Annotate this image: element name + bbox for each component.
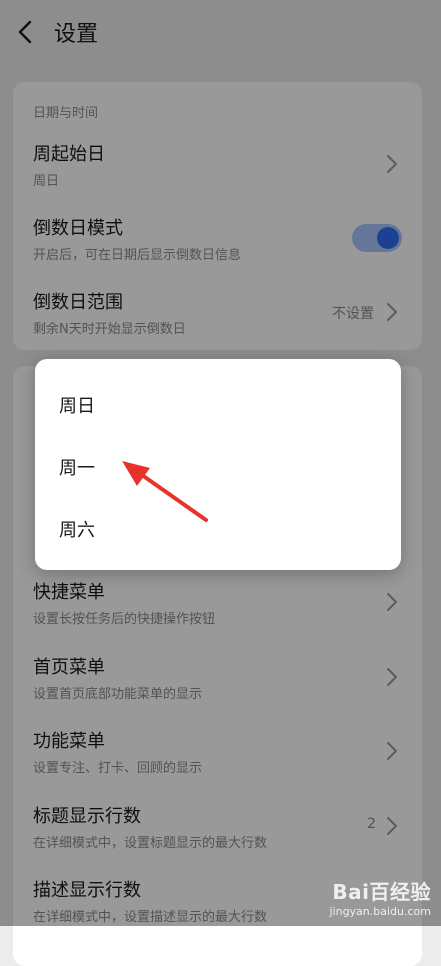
option-monday[interactable]: 周一 xyxy=(59,454,95,480)
option-saturday[interactable]: 周六 xyxy=(59,516,95,542)
watermark-brand: Bai百经验 xyxy=(332,880,431,904)
watermark-site: jingyan.baidu.com xyxy=(329,905,431,918)
annotation-arrow-icon xyxy=(122,461,208,522)
watermark: Bai百经验 jingyan.baidu.com xyxy=(329,876,431,918)
option-sunday[interactable]: 周日 xyxy=(59,392,95,418)
